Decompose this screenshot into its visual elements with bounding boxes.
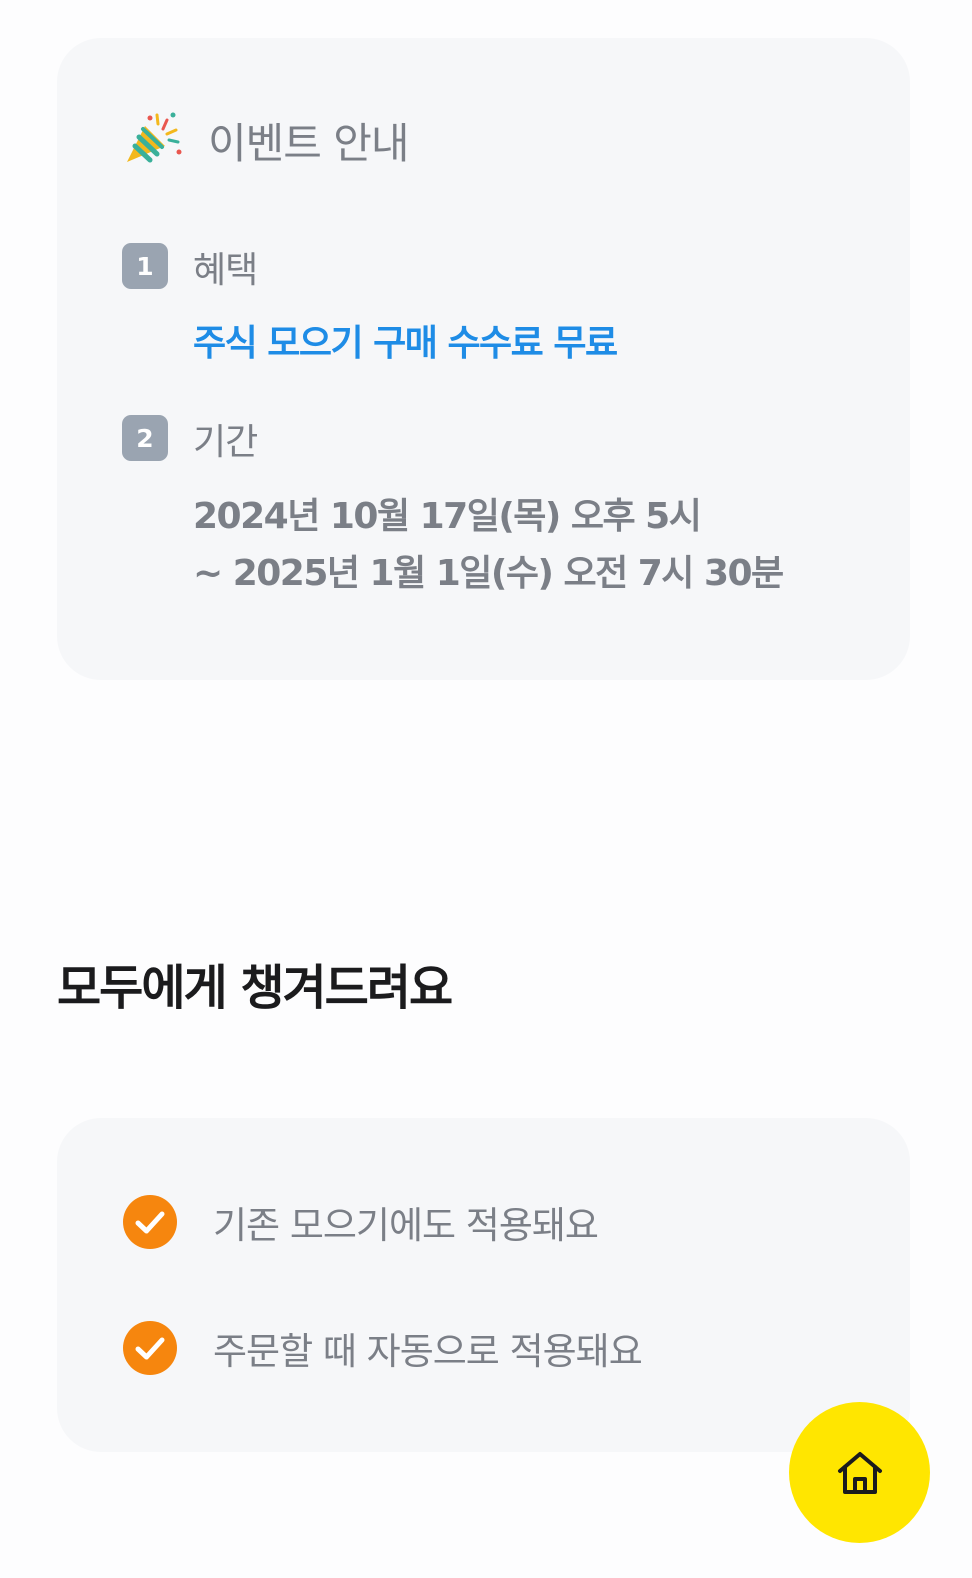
- benefit-list-item: 기존 모으기에도 적용돼요: [123, 1195, 599, 1249]
- period-label: 기간: [193, 422, 258, 463]
- step-number-badge: 2: [122, 415, 168, 461]
- benefit-value: 주식 모으기 구매 수수료 무료: [193, 323, 618, 364]
- event-header: 이벤트 안내: [123, 110, 410, 170]
- period-end: ~ 2025년 1월 1일(수) 오전 7시 30분: [193, 553, 784, 594]
- benefit-list-item: 주문할 때 자동으로 적용돼요: [123, 1321, 643, 1375]
- step-number-badge: 1: [122, 243, 168, 289]
- party-popper-icon: [127, 112, 182, 163]
- benefit-item-text: 주문할 때 자동으로 적용돼요: [213, 1330, 643, 1373]
- event-info-card: 이벤트 안내 1 혜택 주식 모으기 구매 수수료 무료 2 기간 2024년 …: [57, 38, 910, 680]
- period-start: 2024년 10월 17일(목) 오후 5시: [193, 496, 702, 537]
- benefit-label: 혜택: [193, 250, 258, 291]
- check-circle-icon: [123, 1321, 177, 1375]
- benefit-item-text: 기존 모으기에도 적용돼요: [213, 1204, 599, 1247]
- check-circle-icon: [123, 1195, 177, 1249]
- section-heading: 모두에게 챙겨드려요: [57, 960, 453, 1016]
- home-icon: [837, 1451, 882, 1494]
- event-title: 이벤트 안내: [208, 118, 410, 168]
- home-button[interactable]: [789, 1402, 930, 1543]
- benefits-card: 기존 모으기에도 적용돼요 주문할 때 자동으로 적용돼요: [57, 1118, 910, 1452]
